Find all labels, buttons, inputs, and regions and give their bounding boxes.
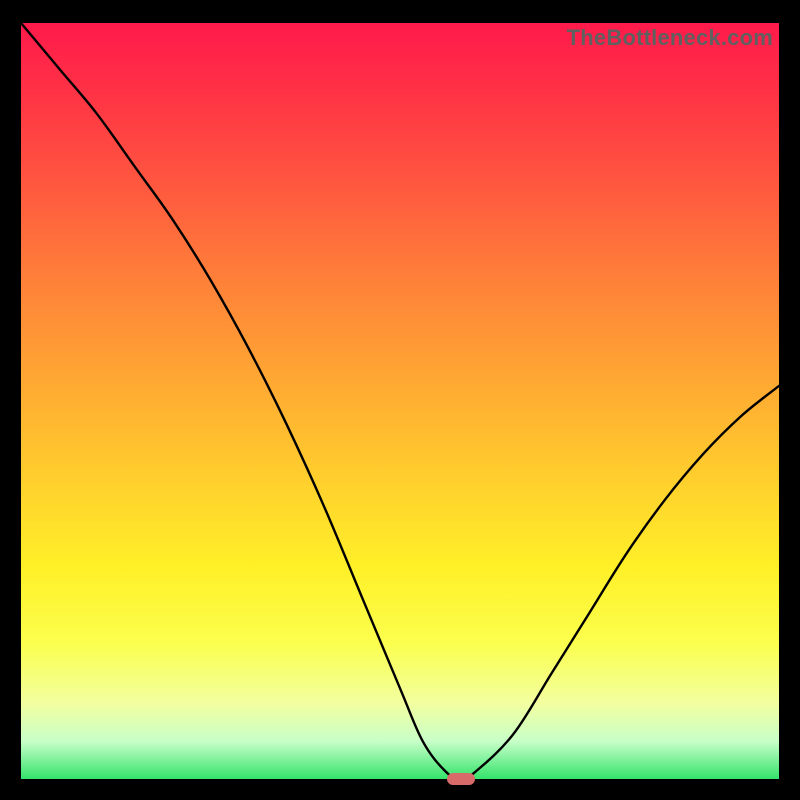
plot-area: TheBottleneck.com — [21, 23, 779, 779]
bottleneck-chart: TheBottleneck.com — [0, 0, 800, 800]
bottleneck-curve — [21, 23, 779, 779]
bottleneck-curve-path — [21, 23, 779, 779]
optimal-point-marker — [447, 773, 475, 785]
